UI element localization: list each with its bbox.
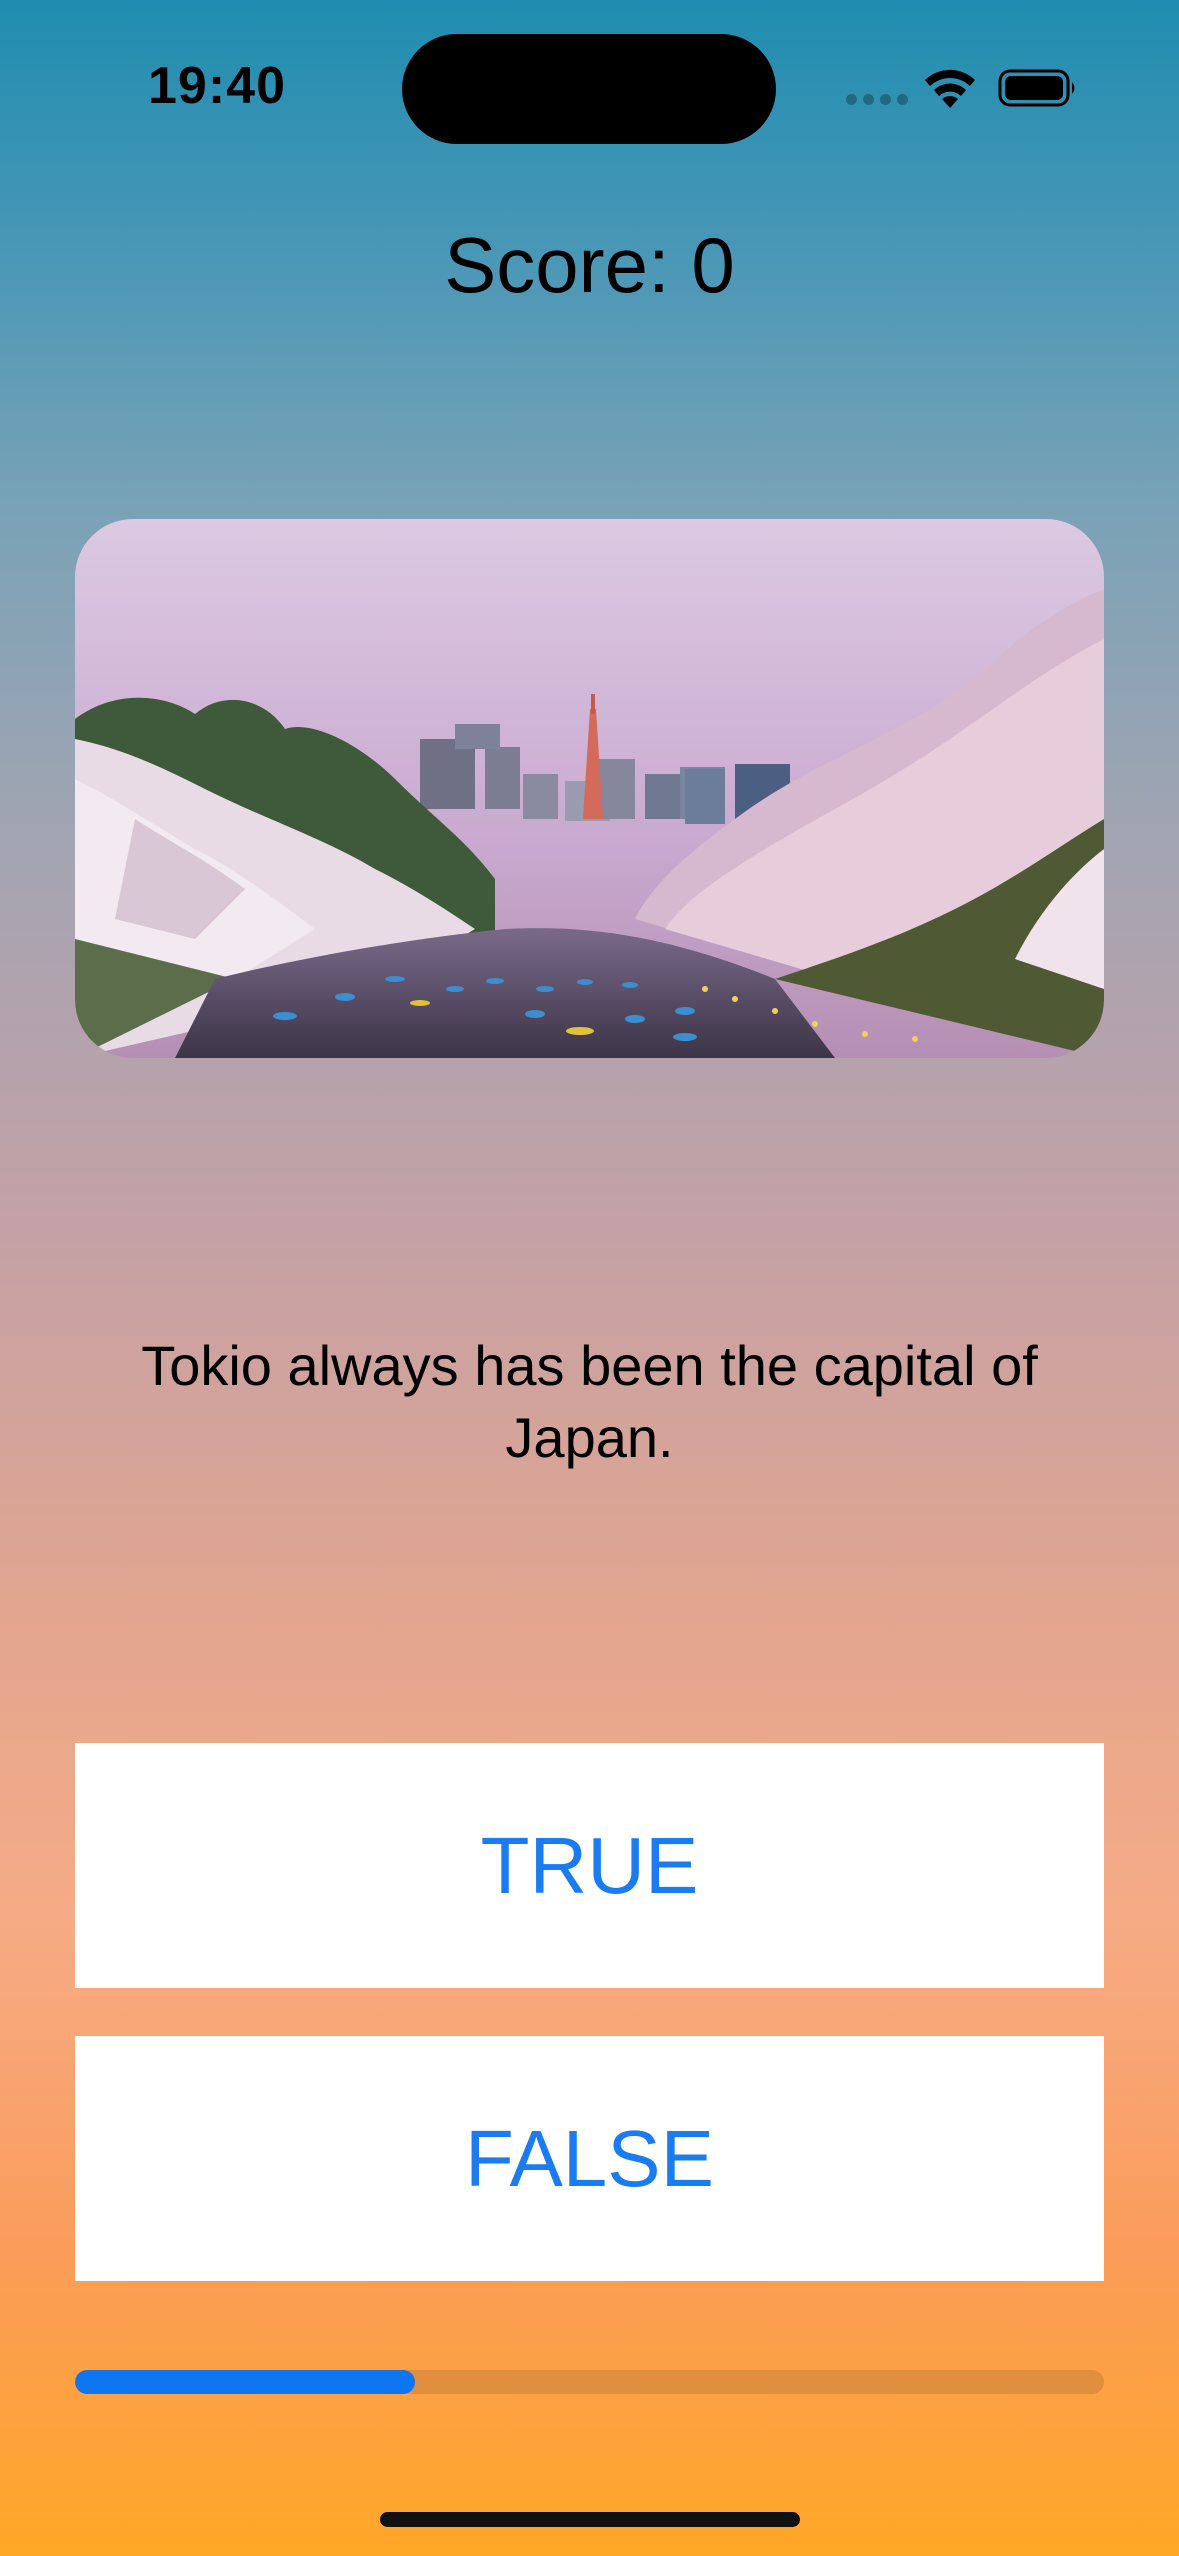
dynamic-island xyxy=(402,34,776,144)
progress-bar-fill xyxy=(75,2370,415,2394)
status-bar: 19:40 xyxy=(0,0,1179,160)
wifi-icon xyxy=(925,69,975,108)
question-image xyxy=(75,519,1104,1058)
battery-icon xyxy=(998,69,1075,107)
false-button[interactable]: FALSE xyxy=(75,2036,1104,2281)
cellular-signal-icon xyxy=(846,94,908,105)
true-button[interactable]: TRUE xyxy=(75,1743,1104,1988)
status-time: 19:40 xyxy=(148,57,286,115)
progress-bar xyxy=(75,2370,1104,2394)
question-text: Tokio always has been the capital of Jap… xyxy=(141,1334,1038,1469)
score-label: Score: 0 xyxy=(444,221,735,309)
home-indicator xyxy=(380,2512,800,2527)
